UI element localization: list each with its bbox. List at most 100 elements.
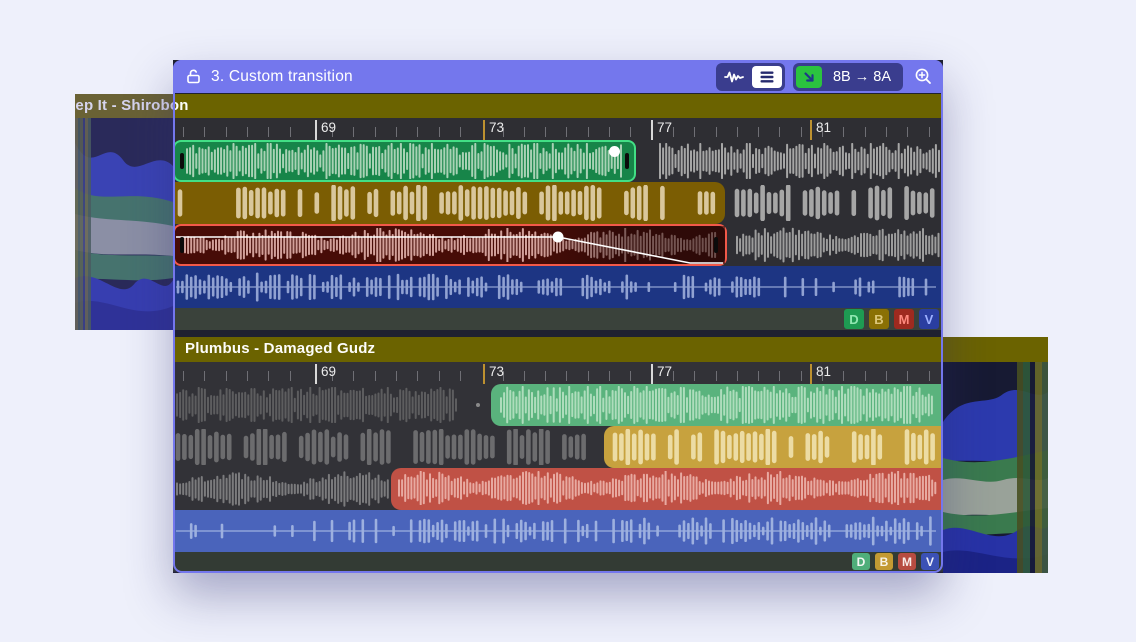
envelope-point[interactable]: [553, 232, 564, 243]
bar-number: 77: [657, 120, 672, 135]
volume-envelope[interactable]: [175, 226, 725, 264]
ruler-phrase-tick: [810, 120, 812, 140]
app-stage: Step It - Shirobon 3. Custom transition: [0, 0, 1136, 642]
region-trim-handle-right[interactable]: [625, 153, 629, 169]
list-view-button[interactable]: [752, 66, 782, 88]
bar-number: 77: [657, 364, 672, 379]
ruler-tick: [396, 371, 397, 381]
region-trim-handle-left[interactable]: [180, 237, 184, 253]
ruler-tick: [588, 127, 589, 137]
track2-bass-region[interactable]: [604, 426, 941, 468]
stem-badge-v[interactable]: V: [919, 309, 939, 329]
background-waveform-art-left: [75, 118, 173, 330]
track1-drums-waveform-tail: [658, 143, 940, 179]
ruler-tick: [630, 127, 631, 137]
ruler-tick: [204, 127, 205, 137]
automation-point[interactable]: [609, 146, 620, 157]
list-icon: [759, 70, 775, 84]
ruler-tick: [716, 371, 717, 381]
ruler-tick: [886, 127, 887, 137]
bass-waveform: [177, 185, 717, 221]
ruler-tick: [843, 127, 844, 137]
ruler-bar-tick: [315, 364, 317, 384]
track1-drums-region[interactable]: [173, 140, 636, 182]
key-transition-label: 8B → 8A: [825, 69, 900, 85]
track2-drums-waveform-head: [175, 387, 458, 423]
ruler-tick: [353, 127, 354, 137]
vocals-waveform: [175, 514, 937, 548]
track1-melody-region[interactable]: [173, 224, 727, 266]
track2-melody-waveform-head: [175, 471, 389, 507]
transition-direction-button[interactable]: [796, 66, 822, 88]
ruler-tick: [183, 127, 184, 137]
ruler-bar-tick: [315, 120, 317, 140]
region-trim-handle-right[interactable]: [714, 237, 718, 253]
background-waveform-art-right: [943, 362, 1048, 573]
zoom-in-button[interactable]: [911, 65, 935, 89]
ruler-tick: [545, 127, 546, 137]
track1-header: Step It - Shirobon: [75, 94, 943, 118]
ruler-tick: [716, 127, 717, 137]
track1-vocals-stem-row[interactable]: [173, 266, 943, 308]
ruler-tick: [609, 127, 610, 137]
waveform-view-button[interactable]: [719, 66, 749, 88]
lock-open-icon[interactable]: [185, 68, 202, 85]
ruler-tick: [673, 127, 674, 137]
waveform-dot: [476, 403, 480, 407]
track1-bass-region[interactable]: [173, 182, 725, 224]
ruler-tick: [673, 371, 674, 381]
track1-title: Step It - Shirobon: [75, 97, 189, 114]
ruler-bar-tick: [651, 120, 653, 140]
ruler-tick: [396, 127, 397, 137]
track2-header: Plumbus - Damaged Gudz: [175, 337, 1048, 362]
ruler-tick: [375, 127, 376, 137]
ruler-tick: [758, 371, 759, 381]
track2-timeline-ruler[interactable]: 69737781: [173, 362, 943, 384]
ruler-phrase-tick: [810, 364, 812, 384]
ruler-tick: [737, 371, 738, 381]
stem-badge-v[interactable]: V: [921, 553, 939, 570]
stem-badge-b[interactable]: B: [869, 309, 889, 329]
track1-melody-waveform-tail: [735, 227, 940, 263]
stem-badge-d[interactable]: D: [844, 309, 864, 329]
track2-melody-region[interactable]: [391, 468, 941, 510]
art-right-graphic: [943, 362, 1048, 573]
track1-timeline-ruler[interactable]: 69737781: [173, 118, 943, 140]
ruler-tick: [417, 371, 418, 381]
ruler-tick: [779, 127, 780, 137]
stem-badge-m[interactable]: M: [894, 309, 914, 329]
track2-vocals-stem-row[interactable]: [173, 510, 943, 552]
ruler-tick: [524, 371, 525, 381]
ruler-phrase-tick: [483, 120, 485, 140]
ruler-tick: [290, 127, 291, 137]
bar-number: 69: [321, 364, 336, 379]
ruler-tick: [524, 127, 525, 137]
ruler-phrase-tick: [483, 364, 485, 384]
bar-number: 81: [816, 364, 831, 379]
region-trim-handle-left[interactable]: [180, 153, 184, 169]
stem-badge-b[interactable]: B: [875, 553, 893, 570]
stem-badge-d[interactable]: D: [852, 553, 870, 570]
ruler-tick: [566, 127, 567, 137]
ruler-tick: [183, 371, 184, 381]
track2-stem-badges-bar: DBMV: [173, 552, 943, 571]
stem-badge-m[interactable]: M: [898, 553, 916, 570]
ruler-tick: [609, 371, 610, 381]
ruler-tick: [801, 371, 802, 381]
ruler-tick: [929, 371, 930, 381]
ruler-tick: [375, 371, 376, 381]
ruler-tick: [226, 371, 227, 381]
ruler-tick: [545, 371, 546, 381]
track2-drums-region[interactable]: [491, 384, 941, 426]
ruler-tick: [439, 127, 440, 137]
ruler-tick: [460, 371, 461, 381]
view-toggle-group: [716, 63, 785, 91]
track-divider: [173, 330, 943, 337]
key-transition-group: 8B → 8A: [793, 63, 903, 91]
ruler-tick: [417, 127, 418, 137]
arrow-down-right-icon: [802, 70, 816, 84]
track2-title: Plumbus - Damaged Gudz: [185, 340, 375, 357]
ruler-tick: [268, 371, 269, 381]
track1-bass-waveform-tail: [734, 185, 940, 221]
ruler-tick: [779, 371, 780, 381]
